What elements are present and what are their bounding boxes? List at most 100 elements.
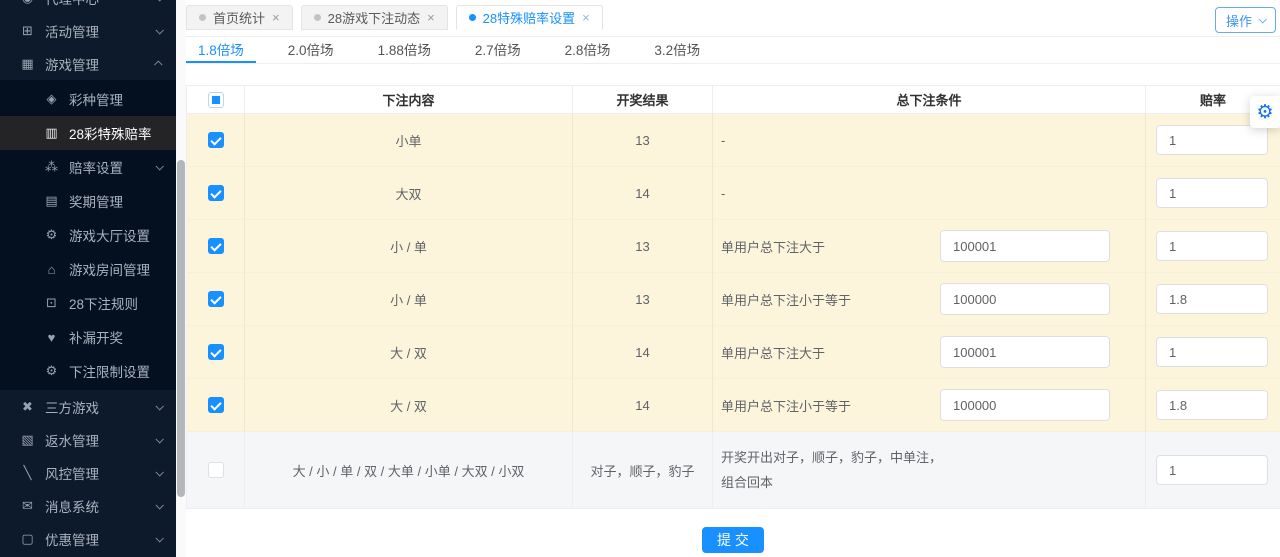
- subtab-1.88倍场[interactable]: 1.88倍场: [366, 37, 443, 63]
- row-checkbox[interactable]: [208, 397, 224, 413]
- sidebar-item-label: 游戏大厅设置: [69, 225, 162, 245]
- odds-input[interactable]: [1156, 125, 1268, 155]
- draw-result-cell: 14: [573, 379, 713, 432]
- bet-content-cell: 小单: [245, 114, 573, 167]
- row-checkbox-cell: [187, 220, 245, 273]
- odds-input[interactable]: [1156, 390, 1268, 420]
- sidebar-item-game-manage[interactable]: ▦游戏管理: [0, 47, 176, 80]
- odds-setting-icon: ⁂: [44, 159, 59, 175]
- row-checkbox[interactable]: [208, 185, 224, 201]
- odds-input[interactable]: [1156, 284, 1268, 314]
- tab-close-icon[interactable]: ×: [582, 11, 590, 24]
- row-checkbox[interactable]: [208, 344, 224, 360]
- odds-input[interactable]: [1156, 337, 1268, 367]
- draw-result-cell: 13: [573, 220, 713, 273]
- bet-rule-icon: ⊡: [44, 295, 59, 311]
- table-header-row: 下注内容开奖结果总下注条件赔率: [187, 86, 1280, 114]
- promo-manage-icon: ▢: [20, 531, 35, 547]
- subtab-2.7倍场[interactable]: 2.7倍场: [463, 37, 533, 63]
- tab-label: 28游戏下注动态: [328, 8, 420, 27]
- chevron-down-icon: [155, 534, 163, 542]
- bet-condition-cell: -: [713, 167, 1146, 220]
- sidebar-item-message-system[interactable]: ✉消息系统: [0, 489, 176, 522]
- condition-threshold-input[interactable]: [940, 230, 1110, 262]
- condition-threshold-input[interactable]: [940, 389, 1110, 421]
- odds-input[interactable]: [1156, 231, 1268, 261]
- row-checkbox[interactable]: [208, 132, 224, 148]
- subtab-3.2倍场[interactable]: 3.2倍场: [642, 37, 712, 63]
- condition-text: 单用户总下注小于等于: [721, 290, 940, 309]
- game-hall-icon: ⚙: [44, 227, 59, 243]
- bet-condition-cell: 单用户总下注大于: [713, 220, 1146, 273]
- subtab-2.0倍场[interactable]: 2.0倍场: [276, 37, 346, 63]
- sidebar-scrollbar[interactable]: [176, 0, 186, 557]
- game-room-icon: ⌂: [44, 262, 59, 277]
- sidebar-item-activity-manage[interactable]: ⊞活动管理: [0, 14, 176, 47]
- sidebar-scrollbar-thumb[interactable]: [177, 160, 185, 497]
- main-content: 首页统计×28游戏下注动态×28特殊赔率设置× 操作 1.8倍场2.0倍场1.8…: [186, 0, 1280, 557]
- select-all-checkbox[interactable]: [208, 92, 224, 108]
- condition-threshold-input[interactable]: [940, 283, 1110, 315]
- table-row: 小 / 单13单用户总下注大于: [187, 220, 1280, 273]
- odds-input[interactable]: [1156, 178, 1268, 208]
- sidebar-item-risk-manage[interactable]: ╲风控管理: [0, 456, 176, 489]
- table-row: 大 / 小 / 单 / 双 / 大单 / 小单 / 大双 / 小双对子，顺子，豹…: [187, 432, 1280, 509]
- table-row: 小 / 单13单用户总下注小于等于: [187, 273, 1280, 326]
- sidebar-item-agent-center[interactable]: ◉代理中心: [0, 0, 176, 14]
- tab-28特殊赔率设置[interactable]: 28特殊赔率设置×: [456, 5, 603, 30]
- bet-content-cell: 大 / 双: [245, 326, 573, 379]
- action-dropdown-button[interactable]: 操作: [1215, 7, 1276, 33]
- sidebar-item-makeup-draw[interactable]: ♥补漏开奖: [0, 320, 176, 354]
- tab-close-icon[interactable]: ×: [427, 11, 435, 24]
- odds-cell: [1146, 273, 1280, 326]
- row-checkbox[interactable]: [208, 291, 224, 307]
- row-checkbox[interactable]: [208, 462, 224, 478]
- tab-28游戏下注动态[interactable]: 28游戏下注动态 ×: [301, 5, 448, 30]
- sidebar-item-third-party-games[interactable]: ✖三方游戏: [0, 390, 176, 423]
- sidebar-item-label: 彩种管理: [69, 89, 162, 109]
- sidebar-item-label: 代理中心: [45, 0, 156, 8]
- odds-input[interactable]: [1156, 455, 1268, 485]
- tab-首页统计[interactable]: 首页统计×: [186, 5, 293, 30]
- tab-status-dot: [314, 14, 321, 21]
- sidebar-item-game-room-manage[interactable]: ⌂ 游戏房间管理: [0, 252, 176, 286]
- sidebar-item-odds-setting[interactable]: ⁂赔率设置: [0, 150, 176, 184]
- condition-threshold-input[interactable]: [940, 336, 1110, 368]
- header-bet-content: 下注内容: [245, 86, 573, 114]
- sidebar-item-lottery-manage[interactable]: ◈彩种管理: [0, 82, 176, 116]
- draw-result-cell: 14: [573, 167, 713, 220]
- sidebar: ◉代理中心⊞活动管理▦游戏管理◈彩种管理▥28彩特殊赔率⁂赔率设置▤奖期管理 ⚙ 游…: [0, 0, 176, 557]
- bet-condition-cell: 单用户总下注小于等于: [713, 379, 1146, 432]
- chevron-down-icon: [155, 26, 163, 34]
- sidebar-item-rebate-manage[interactable]: ▧返水管理: [0, 423, 176, 456]
- column-settings-button[interactable]: ⚙: [1250, 96, 1280, 128]
- table-row: 大 / 双14单用户总下注大于: [187, 326, 1280, 379]
- draw-result-cell: 对子，顺子，豹子: [573, 432, 713, 509]
- message-system-icon: ✉: [20, 498, 35, 514]
- prize-period-icon: ▤: [44, 193, 59, 209]
- sidebar-item-label: 游戏房间管理: [69, 259, 162, 279]
- subtab-1.8倍场[interactable]: 1.8倍场: [186, 37, 256, 63]
- sidebar-item-promo-manage[interactable]: ▢优惠管理: [0, 522, 176, 555]
- sidebar-item-label: 游戏管理: [45, 54, 156, 74]
- tab-close-icon[interactable]: ×: [272, 11, 280, 24]
- tab-status-dot: [199, 14, 206, 21]
- table-row: 大双14-: [187, 167, 1280, 220]
- bet-content-cell: 大 / 双: [245, 379, 573, 432]
- sidebar-item-label: 补漏开奖: [69, 327, 162, 347]
- submit-button[interactable]: 提 交: [702, 527, 764, 553]
- condition-text: 开奖开出对子，顺子，豹子，中单注，组合回本: [721, 445, 942, 495]
- header-checkbox-cell: [187, 86, 245, 114]
- sidebar-item-bet-limit-setting[interactable]: ⚙下注限制设置: [0, 354, 176, 388]
- app-window: ◉代理中心⊞活动管理▦游戏管理◈彩种管理▥28彩特殊赔率⁂赔率设置▤奖期管理 ⚙ 游…: [0, 0, 1280, 557]
- odds-cell: [1146, 432, 1280, 509]
- bet-condition-cell: 开奖开出对子，顺子，豹子，中单注，组合回本: [713, 432, 1146, 509]
- subtab-2.8倍场[interactable]: 2.8倍场: [553, 37, 623, 63]
- sidebar-item-special-odds-28[interactable]: ▥28彩特殊赔率: [0, 116, 176, 150]
- table-row: 小单13-: [187, 114, 1280, 167]
- sidebar-item-bet-rule-28[interactable]: ⊡28下注规则: [0, 286, 176, 320]
- row-checkbox-cell: [187, 379, 245, 432]
- row-checkbox[interactable]: [208, 238, 224, 254]
- sidebar-item-prize-period[interactable]: ▤奖期管理: [0, 184, 176, 218]
- sidebar-item-game-hall-setting[interactable]: ⚙ 游戏大厅设置: [0, 218, 176, 252]
